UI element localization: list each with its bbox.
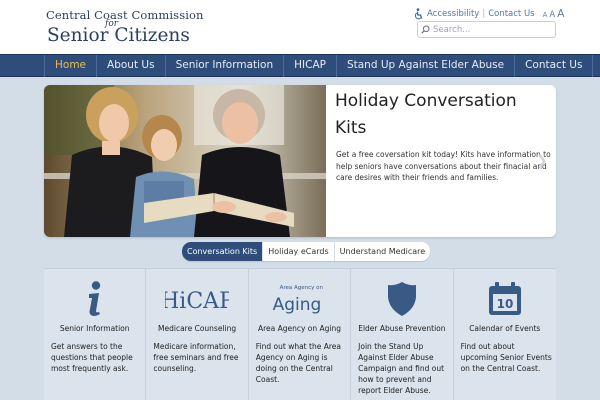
tab-holiday-ecards[interactable]: Holiday eCards <box>263 242 335 261</box>
calendar-day-text: 10 <box>496 297 513 311</box>
hero-slider: Holiday Conversation Kits Get a free cov… <box>44 85 556 237</box>
tab-conversation-kits[interactable]: Conversation Kits <box>182 242 264 261</box>
family-photo <box>44 85 326 237</box>
aging-logo-small-text: Area Agency on <box>280 285 324 291</box>
feature-description: Find out about upcoming Senior Events on… <box>460 342 552 373</box>
nav-item-contact-us[interactable]: Contact Us <box>515 55 594 77</box>
shield-icon[interactable] <box>387 281 417 317</box>
hicap-logo-text: HiCAP <box>165 289 229 314</box>
slide-description: Get a free coversation kit today! Kits h… <box>336 150 551 182</box>
search-box <box>417 21 556 38</box>
feature-senior-information[interactable]: Senior Information Get answers to the qu… <box>44 269 147 400</box>
feature-description: Medicare information, free seminars and … <box>153 342 239 373</box>
feature-description: Find out what the Area Agency on Aging i… <box>255 342 341 384</box>
aging-logo[interactable]: Area Agency on Aging <box>269 280 329 318</box>
feature-description: Join the Stand Up Against Elder Abuse Ca… <box>358 342 445 395</box>
next-slide-icon[interactable]: ❯ <box>536 153 548 169</box>
font-size-large-button[interactable]: A <box>557 8 564 20</box>
feature-grid: Senior Information Get answers to the qu… <box>44 268 556 400</box>
logo-text-main[interactable]: Senior Citizens <box>47 25 190 46</box>
feature-elder-abuse-prevention[interactable]: Elder Abuse Prevention Join the Stand Up… <box>351 269 454 400</box>
nav-item-hicap[interactable]: HICAP <box>284 55 337 77</box>
link-separator: | <box>482 9 486 19</box>
font-size-small-button[interactable]: A <box>543 11 548 19</box>
feature-medicare-counseling[interactable]: HiCAP Medicare Counseling Medicare infor… <box>146 269 249 400</box>
main-nav: Home About Us Senior Information HICAP S… <box>0 54 600 77</box>
slide-title: Holiday Conversation Kits <box>335 91 517 138</box>
font-size-medium-button[interactable]: A <box>549 10 555 20</box>
font-size-controls: A A A <box>543 8 565 20</box>
nav-item-home[interactable]: Home <box>44 55 98 77</box>
nav-item-elder-abuse[interactable]: Stand Up Against Elder Abuse <box>337 55 516 77</box>
site-header: Central Coast Commission for Senior Citi… <box>0 0 600 54</box>
feature-title[interactable]: Area Agency on Aging <box>251 324 348 333</box>
feature-title[interactable]: Elder Abuse Prevention <box>353 324 450 333</box>
feature-title[interactable]: Medicare Counseling <box>148 324 245 333</box>
nav-item-about-us[interactable]: About Us <box>97 55 166 77</box>
accessibility-link[interactable]: Accessibility <box>427 9 479 19</box>
nav-item-senior-information[interactable]: Senior Information <box>166 55 285 77</box>
aging-logo-text: Aging <box>273 295 322 315</box>
contact-link[interactable]: Contact Us <box>488 9 534 19</box>
search-icon[interactable] <box>421 25 430 34</box>
feature-description: Get answers to the questions that people… <box>51 342 133 373</box>
tab-understand-medicare[interactable]: Understand Medicare <box>335 242 431 261</box>
info-icon[interactable] <box>85 281 105 317</box>
utility-links: Accessibility | Contact Us A A A <box>414 8 564 20</box>
search-input[interactable] <box>433 24 551 35</box>
feature-title[interactable]: Senior Information <box>46 324 143 333</box>
hicap-logo[interactable]: HiCAP <box>165 282 229 316</box>
feature-calendar-events[interactable]: 10 Calendar of Events Find out about upc… <box>454 269 556 400</box>
feature-area-agency-aging[interactable]: Area Agency on Aging Area Agency on Agin… <box>249 269 352 400</box>
feature-title[interactable]: Calendar of Events <box>456 324 554 333</box>
slider-tabs: Conversation Kits Holiday eCards Underst… <box>182 242 431 261</box>
calendar-icon[interactable]: 10 <box>487 281 523 317</box>
logo-text-top[interactable]: Central Coast Commission <box>46 8 204 22</box>
accessibility-icon[interactable] <box>414 8 424 20</box>
